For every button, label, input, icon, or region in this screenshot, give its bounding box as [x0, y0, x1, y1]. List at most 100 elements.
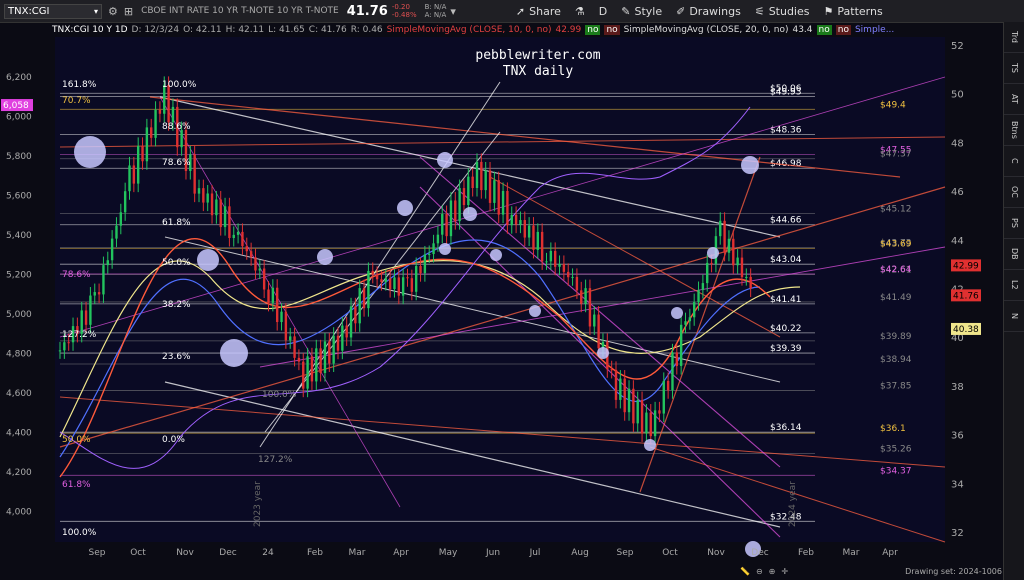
candle-body — [171, 106, 175, 123]
right-axis-tick: 44 — [951, 236, 964, 247]
pivot-circle — [707, 247, 719, 259]
plot-area[interactable] — [55, 37, 945, 542]
candle-body — [154, 109, 157, 138]
zoom-plus-icon[interactable]: ⊕ — [769, 567, 776, 576]
price-chart[interactable]: $50.06$49.93$49.4$48.36$47.55$47.37$46.9… — [0, 37, 1003, 562]
time-axis-tick: Mar — [843, 548, 860, 558]
left-axis-tick: 5,800 — [6, 152, 32, 162]
chevron-down-icon[interactable]: ▾ — [94, 7, 98, 16]
candle-body — [289, 336, 292, 341]
sma2-on-badge[interactable]: no — [816, 24, 832, 35]
bid-ask: B: N/A A: N/A — [425, 3, 447, 19]
sidebar-tab-l2[interactable]: L2 — [1004, 270, 1024, 301]
candle-body — [249, 251, 253, 258]
time-axis-tick: Sep — [89, 548, 106, 558]
share-button[interactable]: ➚ Share — [516, 5, 561, 18]
sidebar-tab-ps[interactable]: PS — [1004, 208, 1024, 239]
sidebar-tab-oc[interactable]: OC — [1004, 177, 1024, 208]
sidebar-tab-btns[interactable]: Btns — [1004, 115, 1024, 146]
candle-body — [254, 257, 257, 271]
sidebar-tab-n[interactable]: N — [1004, 301, 1024, 332]
candle-body — [215, 199, 218, 216]
candle-body — [349, 306, 353, 338]
candle-body — [454, 200, 457, 222]
candle-body — [719, 220, 722, 237]
candle-body — [271, 287, 275, 303]
crosshair-icon[interactable]: ✛ — [781, 567, 788, 576]
patterns-button[interactable]: ⚑ Patterns — [824, 5, 883, 18]
candle-body — [145, 127, 149, 162]
fib-left-label: 100.0% — [262, 390, 297, 400]
candle-body — [436, 234, 440, 244]
sma1-on-badge[interactable]: no — [585, 24, 601, 35]
share-icon: ➚ — [515, 4, 526, 18]
candle-body — [610, 369, 613, 371]
bid-value: B: N/A — [424, 3, 447, 11]
right-axis-tick: 32 — [951, 528, 964, 539]
candle-body — [84, 310, 88, 325]
candle-body — [97, 292, 101, 295]
fib-left-label: 100.0% — [162, 80, 197, 90]
candle-body — [484, 170, 487, 191]
fib-left-label: 61.8% — [62, 480, 91, 490]
sma3-label[interactable]: Simple... — [855, 25, 894, 35]
zoom-minus-icon[interactable]: ⊖ — [756, 567, 763, 576]
drawing-set-label[interactable]: Drawing set: 2024-1006 — [905, 567, 1002, 576]
candle-body — [236, 231, 240, 235]
sidebar-tab-trd[interactable]: Trd — [1004, 22, 1024, 53]
sma1-off-badge[interactable]: no — [604, 24, 620, 35]
right-axis-tick: 52 — [951, 41, 964, 52]
candle-body — [328, 341, 331, 364]
fib-left-label: 50.0% — [62, 435, 91, 445]
time-axis-tick: Nov — [176, 548, 194, 558]
timeframe-label: D — [598, 4, 608, 18]
candle-body — [727, 238, 731, 253]
candle-body — [632, 388, 635, 424]
dropdown-icon[interactable]: ▾ — [450, 5, 456, 18]
drawings-button[interactable]: ✐ Drawings — [676, 5, 741, 18]
candle-body — [58, 350, 62, 352]
candle-body — [375, 274, 379, 280]
fib-left-label: 127.2% — [62, 330, 97, 340]
time-axis-tick: Dec — [219, 548, 236, 558]
fib-level-label: $40.22 — [770, 324, 802, 334]
candle-body — [67, 342, 70, 344]
sidebar-tab-db[interactable]: DB — [1004, 239, 1024, 270]
studies-button[interactable]: ⚟ Studies — [755, 5, 810, 18]
timeframe-button[interactable]: D — [599, 5, 607, 18]
candle-body — [336, 335, 340, 351]
sma1-value: 42.99 — [555, 24, 582, 35]
candle-body — [310, 356, 314, 382]
sidebar-tab-ts[interactable]: TS — [1004, 53, 1024, 84]
sidebar-tab-at[interactable]: AT — [1004, 84, 1024, 115]
info-high: H: 42.11 — [225, 24, 265, 35]
candle-body — [640, 400, 644, 434]
year-label-2023: 2023 year — [253, 481, 263, 527]
gear-icon[interactable]: ⚙ — [108, 5, 118, 18]
candle-body — [293, 336, 296, 358]
symbol-input[interactable]: TNX:CGI ▾ — [4, 3, 102, 19]
fib-left-label: 23.6% — [162, 352, 191, 362]
fib-level-label: $49.93 — [770, 87, 802, 97]
sma2-off-badge[interactable]: no — [835, 24, 851, 35]
patterns-label: Patterns — [837, 4, 883, 18]
candle-body — [297, 357, 301, 362]
candle-body — [575, 276, 579, 291]
flask-button[interactable]: ⚗ — [575, 5, 585, 18]
fib-level-label: $34.37 — [880, 466, 912, 476]
ask-value: A: N/A — [424, 11, 447, 19]
candle-body — [462, 188, 466, 206]
ruler-icon[interactable]: 📏 — [740, 567, 750, 576]
fib-level-label: $38.94 — [880, 355, 912, 365]
fib-left-label: 0.0% — [162, 435, 185, 445]
sidebar-tab-c[interactable]: C — [1004, 146, 1024, 177]
candle-body — [419, 266, 422, 274]
sma1-label[interactable]: SimpleMovingAvg (CLOSE, 10, 0, no) — [387, 25, 552, 35]
sma2-label[interactable]: SimpleMovingAvg (CLOSE, 20, 0, no) — [624, 25, 789, 35]
fib-level-label: $36.1 — [880, 424, 906, 434]
candle-body — [410, 278, 414, 292]
candle-body — [658, 410, 661, 414]
grid-icon[interactable]: ⊞ — [124, 5, 133, 18]
candle-body — [671, 352, 674, 391]
style-button[interactable]: ✎ Style — [621, 5, 662, 18]
